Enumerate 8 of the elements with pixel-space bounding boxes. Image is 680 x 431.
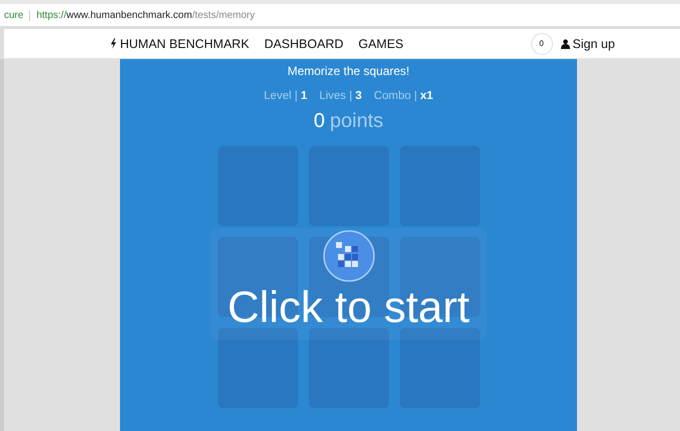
stat-text: Lives | 3 [319,90,362,102]
security-label: cure [4,10,24,20]
stat-text: Level | 1 [264,90,308,102]
score-unit: points [330,110,384,133]
score-badge: 0 [530,32,553,54]
score-value: 0 [314,110,325,133]
stat-text: Combo | x1 [374,90,434,102]
instruction-text: Memorize the squares! [287,64,410,78]
